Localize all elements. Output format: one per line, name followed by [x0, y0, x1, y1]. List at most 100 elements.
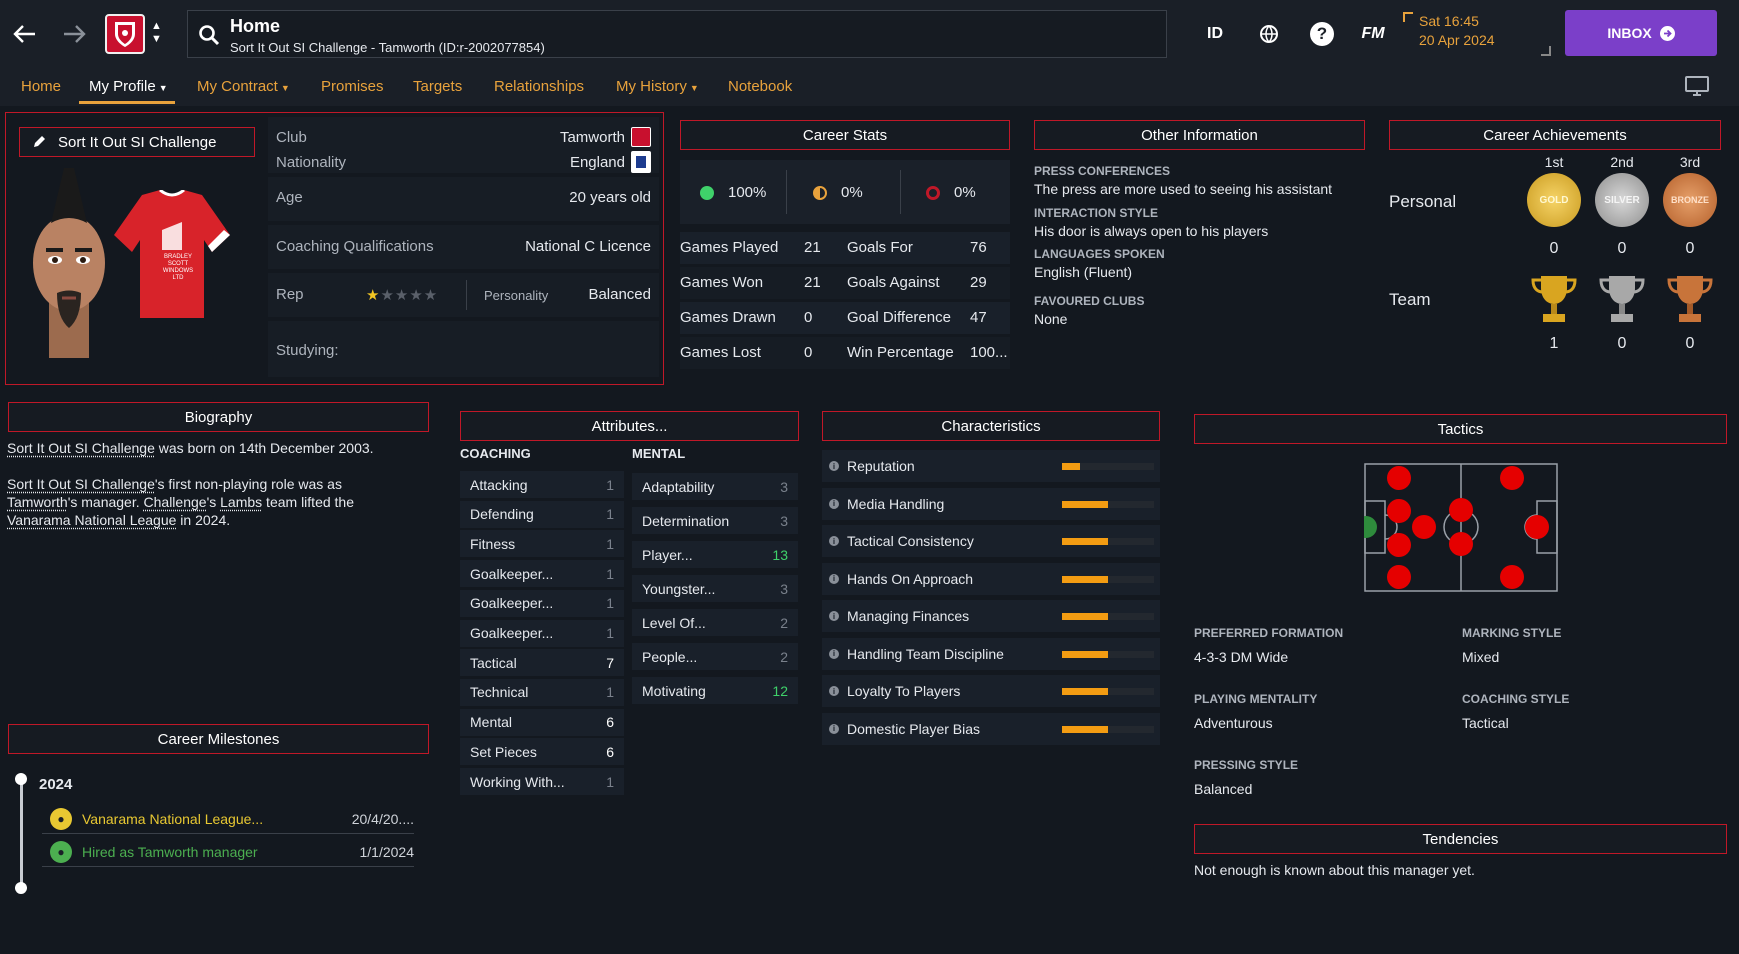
- milestone-row[interactable]: ● Vanarama National League... 20/4/20...…: [42, 804, 414, 834]
- characteristic-name: Media Handling: [847, 495, 945, 512]
- bio-club-link[interactable]: Tamworth: [7, 494, 68, 510]
- bio-manager-link[interactable]: Sort It Out SI Challenge: [7, 476, 155, 492]
- characteristic-bar-fill: [1062, 650, 1108, 658]
- date-corner-decoration: [1403, 12, 1413, 22]
- career-milestones-header: Career Milestones: [8, 724, 429, 754]
- bio-league-link[interactable]: Vanarama National League: [7, 512, 176, 528]
- nav-my-profile-label: My Profile: [89, 78, 156, 95]
- attribute-row[interactable]: Mental 6: [460, 708, 624, 736]
- club-switch-chevrons-icon[interactable]: ▲ ▼: [151, 20, 162, 46]
- back-arrow-icon[interactable]: [5, 14, 45, 54]
- attribute-row[interactable]: Defending 1: [460, 500, 624, 528]
- bio-text: in 2024.: [176, 512, 231, 528]
- attribute-row[interactable]: Fitness 1: [460, 530, 624, 558]
- info-icon: i: [829, 461, 839, 471]
- characteristic-row[interactable]: i Reputation: [822, 450, 1160, 482]
- attribute-row[interactable]: Tactical 7: [460, 649, 624, 677]
- characteristic-row[interactable]: i Hands On Approach: [822, 562, 1160, 595]
- attribute-row[interactable]: Youngster... 3: [632, 575, 798, 602]
- mental-section-label: MENTAL: [632, 446, 686, 461]
- bio-team-link[interactable]: Lambs: [220, 494, 262, 510]
- forward-arrow-icon[interactable]: [54, 14, 94, 54]
- attribute-row[interactable]: Goalkeeper... 1: [460, 560, 624, 588]
- nav-targets-label: Targets: [413, 78, 463, 95]
- attribute-row[interactable]: Goalkeeper... 1: [460, 619, 624, 647]
- avatar: [19, 168, 119, 358]
- games-played-label: Games Played: [680, 239, 779, 256]
- milestone-row[interactable]: ● Hired as Tamworth manager 1/1/2024: [42, 837, 414, 867]
- bio-manager-nick-link[interactable]: Challenge: [144, 494, 207, 510]
- attribute-row[interactable]: Player... 13: [632, 541, 798, 568]
- attribute-row[interactable]: Technical 1: [460, 678, 624, 706]
- personal-label: Personal: [1389, 192, 1457, 211]
- fm-icon[interactable]: FM: [1355, 18, 1391, 50]
- search-box[interactable]: Home Sort It Out SI Challenge - Tamworth…: [187, 10, 1167, 58]
- goals-for-value: 76: [970, 239, 987, 256]
- attribute-name: Youngster...: [642, 580, 716, 597]
- milestone-text[interactable]: Hired as Tamworth manager: [82, 844, 258, 860]
- other-information: PRESS CONFERENCES The press are more use…: [1034, 162, 1365, 332]
- attributes-header[interactable]: Attributes...: [460, 411, 799, 441]
- characteristic-row[interactable]: i Handling Team Discipline: [822, 637, 1160, 670]
- inbox-button[interactable]: INBOX: [1565, 10, 1717, 56]
- characteristic-bar-fill: [1062, 688, 1108, 695]
- attribute-row[interactable]: Level Of... 2: [632, 609, 798, 636]
- help-icon[interactable]: ?: [1305, 18, 1339, 50]
- nav-my-contract[interactable]: My Contract ▼: [197, 78, 290, 95]
- games-drawn-label: Games Drawn: [680, 309, 776, 326]
- attribute-value: 3: [780, 580, 788, 597]
- globe-icon[interactable]: [1252, 18, 1286, 50]
- info-icon: i: [829, 686, 839, 696]
- pencil-icon: [34, 136, 45, 147]
- nav-targets[interactable]: Targets: [413, 78, 462, 95]
- characteristic-row[interactable]: i Loyalty To Players: [822, 675, 1160, 707]
- club-value[interactable]: Tamworth: [560, 129, 625, 146]
- games-drawn-value: 0: [804, 309, 813, 326]
- attribute-row[interactable]: People... 2: [632, 643, 798, 670]
- attribute-value: 2: [780, 614, 788, 631]
- team-2nd-count: 0: [1617, 335, 1627, 352]
- win-icon: [700, 185, 714, 200]
- nav-promises[interactable]: Promises: [321, 78, 384, 95]
- attribute-row[interactable]: Goalkeeper... 1: [460, 589, 624, 617]
- characteristic-bar: [1062, 650, 1154, 658]
- characteristic-row[interactable]: i Domestic Player Bias: [822, 712, 1160, 745]
- search-icon[interactable]: [198, 24, 220, 50]
- characteristic-name: Loyalty To Players: [847, 683, 961, 699]
- characteristic-bar-fill: [1062, 613, 1108, 620]
- preferred-formation-value: 4-3-3 DM Wide: [1194, 649, 1289, 665]
- characteristics-header: Characteristics: [822, 411, 1160, 441]
- nav-home[interactable]: Home: [21, 78, 61, 95]
- bio-manager-link[interactable]: Sort It Out SI Challenge: [7, 440, 155, 456]
- tactics-header: Tactics: [1194, 414, 1727, 444]
- manager-name-box[interactable]: Sort It Out SI Challenge: [19, 127, 255, 157]
- attribute-row[interactable]: Attacking 1: [460, 471, 624, 498]
- attribute-value: 3: [780, 512, 788, 529]
- monitor-icon[interactable]: [1685, 76, 1709, 100]
- nav-relationships[interactable]: Relationships: [494, 78, 584, 95]
- attribute-name: Goalkeeper...: [470, 565, 554, 582]
- attribute-row[interactable]: Motivating 12: [632, 677, 798, 704]
- characteristic-row[interactable]: i Media Handling: [822, 487, 1160, 520]
- attribute-row[interactable]: Set Pieces 6: [460, 738, 624, 766]
- date-time-box[interactable]: Sat 16:45 20 Apr 2024: [1403, 12, 1551, 56]
- characteristic-row[interactable]: i Tactical Consistency: [822, 525, 1160, 557]
- characteristic-row[interactable]: i Managing Finances: [822, 600, 1160, 632]
- bio-born-text: was born on 14th December 2003.: [154, 440, 374, 456]
- nav-notebook-label: Notebook: [728, 78, 793, 95]
- milestone-text[interactable]: Vanarama National League...: [82, 811, 263, 827]
- nav-my-history[interactable]: My History ▼: [616, 78, 699, 95]
- nav-notebook[interactable]: Notebook: [728, 78, 792, 95]
- attribute-row[interactable]: Working With... 1: [460, 768, 624, 795]
- games-lost-value: 0: [804, 344, 813, 361]
- club-crest-icon[interactable]: [105, 14, 145, 54]
- personality-value: Balanced: [588, 286, 651, 303]
- attribute-row[interactable]: Adaptability 3: [632, 473, 798, 500]
- id-icon[interactable]: ID: [1198, 18, 1232, 50]
- nationality-value[interactable]: England: [570, 154, 625, 171]
- nav-relationships-label: Relationships: [494, 78, 585, 95]
- attribute-row[interactable]: Determination 3: [632, 507, 798, 534]
- milestone-date: 20/4/20....: [351, 810, 414, 827]
- formation-pitch[interactable]: [1355, 463, 1558, 592]
- nav-my-profile[interactable]: My Profile ▼: [89, 78, 168, 95]
